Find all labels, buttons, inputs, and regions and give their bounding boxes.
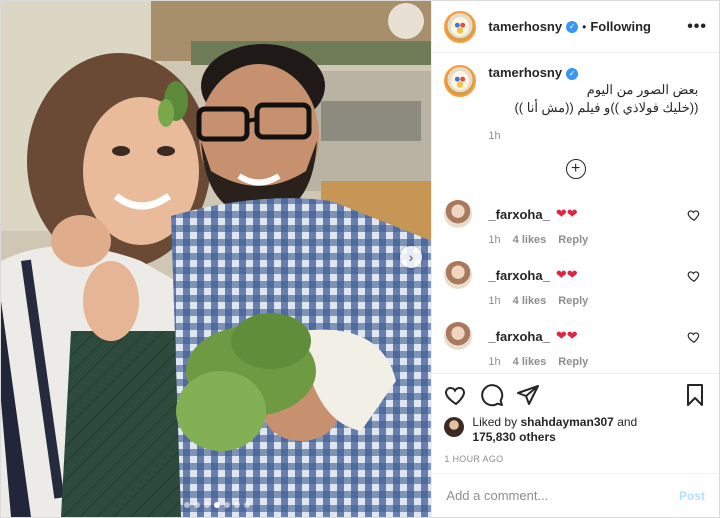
load-more-comments[interactable]: +	[444, 152, 707, 186]
comment-username[interactable]: _farxoha_	[488, 207, 549, 222]
more-icon[interactable]: •••	[687, 18, 707, 36]
caption-avatar[interactable]	[444, 65, 477, 97]
comment-likes[interactable]: 4 likes	[513, 234, 547, 246]
comment-text: ❤❤	[555, 206, 578, 221]
next-photo-button[interactable]: ›	[400, 246, 422, 268]
commenter-avatar[interactable]	[444, 322, 473, 350]
carousel-dot	[224, 502, 230, 508]
liker-username[interactable]: shahdayman307	[520, 415, 613, 429]
comment-item: _farxoha_ ❤❤ 1h 4 likes Reply	[444, 261, 707, 322]
commenter-avatar[interactable]	[444, 261, 473, 289]
likes-and: and	[617, 415, 638, 429]
comment-text: ❤❤	[555, 267, 578, 282]
likes-text: Liked by shahdayman307 and 175,830 other…	[472, 415, 637, 445]
caption-line-1: بعض الصور من اليوم	[586, 82, 699, 97]
photo-illustration	[1, 1, 432, 517]
reply-button[interactable]: Reply	[558, 356, 588, 368]
bookmark-icon[interactable]	[683, 383, 707, 407]
comment-likes[interactable]: 4 likes	[513, 295, 547, 307]
plus-circle-icon: +	[565, 159, 586, 179]
caption-username[interactable]: tamerhosny	[488, 65, 562, 80]
carousel-dots	[184, 502, 250, 508]
comment-time: 1h	[488, 295, 501, 307]
avatar-image	[451, 72, 470, 90]
add-comment-bar: Post	[432, 473, 719, 517]
likes-summary: Liked by shahdayman307 and 175,830 other…	[432, 415, 719, 451]
likes-count[interactable]: 175,830 others	[472, 430, 555, 444]
carousel-dot	[184, 502, 190, 508]
comment-likes[interactable]: 4 likes	[513, 356, 547, 368]
liker-avatar[interactable]	[444, 417, 465, 437]
reply-button[interactable]: Reply	[558, 295, 588, 307]
heart-icon[interactable]	[444, 383, 468, 407]
profile-avatar[interactable]	[444, 10, 477, 43]
comment-time: 1h	[488, 234, 501, 246]
post-timestamp[interactable]: 1 HOUR AGO	[432, 451, 719, 473]
heart-icon[interactable]	[687, 269, 701, 283]
caption-line-2: ((خليك فولاذي ))و فيلم ((مش أنا ))	[514, 100, 699, 115]
comment-body: _farxoha_ ❤❤ 1h 4 likes Reply	[488, 261, 588, 322]
instagram-post: › tamerhosny ✓ • Following ••• tamerhosn…	[0, 0, 720, 518]
carousel-dot	[244, 502, 250, 508]
header-username[interactable]: tamerhosny	[488, 19, 562, 34]
post-photo[interactable]: ›	[1, 1, 432, 517]
comment-time: 1h	[488, 356, 501, 368]
comment-text: ❤❤	[555, 328, 578, 343]
carousel-dot	[194, 502, 200, 508]
verified-icon: ✓	[566, 68, 579, 80]
verified-icon: ✓	[566, 20, 579, 33]
chevron-right-icon: ›	[408, 249, 414, 265]
avatar-image	[451, 17, 470, 36]
comments-section: tamerhosny ✓ بعض الصور من اليوم ((خليك فو…	[432, 53, 719, 373]
heart-icon[interactable]	[687, 330, 701, 344]
commenter-avatar[interactable]	[444, 200, 473, 228]
caption-time: 1h	[488, 130, 501, 142]
comment-username[interactable]: _farxoha_	[488, 329, 549, 344]
carousel-dot	[234, 502, 240, 508]
share-icon[interactable]	[516, 383, 540, 407]
comment-item: _farxoha_ ❤❤ 1h 4 likes Reply	[444, 200, 707, 261]
carousel-dot-active	[214, 502, 220, 508]
comment-icon[interactable]	[480, 383, 504, 407]
reply-button[interactable]: Reply	[558, 234, 588, 246]
heart-icon[interactable]	[687, 208, 701, 222]
post-header: tamerhosny ✓ • Following •••	[432, 1, 719, 53]
header-separator: •	[582, 19, 587, 34]
carousel-dot	[204, 502, 210, 508]
following-button[interactable]: Following	[590, 19, 651, 34]
comment-body: _farxoha_ ❤❤ 1h 4 likes Reply	[488, 322, 588, 373]
comment-body: _farxoha_ ❤❤ 1h 4 likes Reply	[488, 200, 588, 261]
post-comment-button[interactable]: Post	[679, 489, 705, 503]
comment-input[interactable]	[446, 488, 679, 503]
comment-username[interactable]: _farxoha_	[488, 268, 549, 283]
action-bar	[432, 373, 719, 415]
likes-prefix: Liked by	[472, 415, 518, 429]
post-side-panel: tamerhosny ✓ • Following ••• tamerhosny ✓…	[431, 1, 719, 517]
comment-item: _farxoha_ ❤❤ 1h 4 likes Reply	[444, 322, 707, 373]
caption: tamerhosny ✓ بعض الصور من اليوم ((خليك فو…	[444, 65, 707, 142]
caption-body: tamerhosny ✓ بعض الصور من اليوم ((خليك فو…	[488, 65, 698, 142]
